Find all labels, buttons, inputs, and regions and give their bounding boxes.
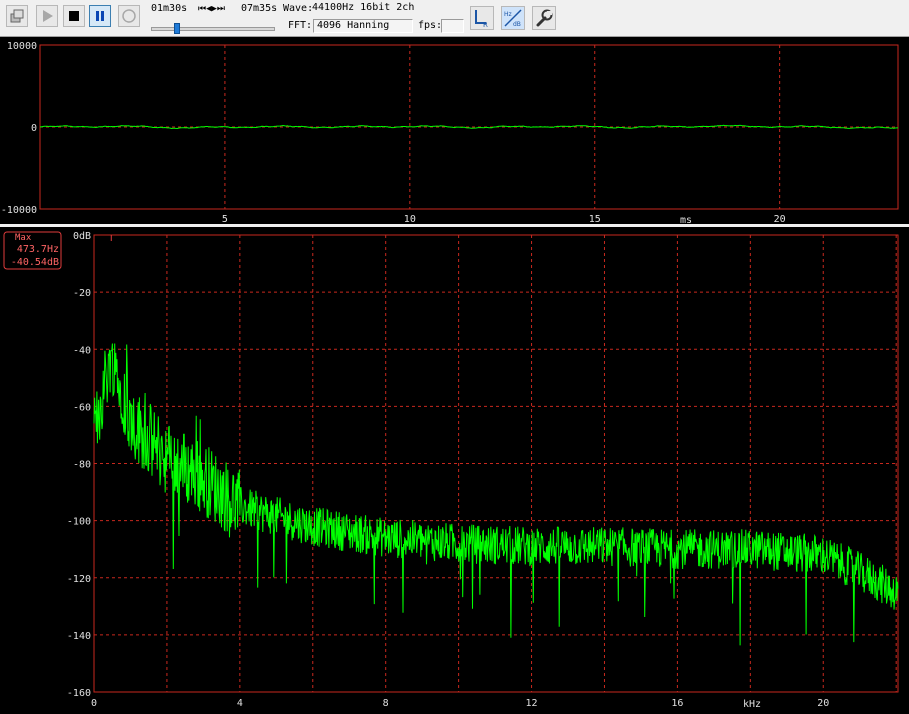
total-time: 07m35s [241,3,278,14]
spectrum-y-tick-label: -120 [67,574,91,585]
waveform-panel: 5 10 15 20 10000 0 -10000 ms [1,41,899,224]
play-button[interactable] [36,5,58,27]
channel-lr-button[interactable]: R [470,6,494,30]
wave-label: Wave: [283,3,314,14]
spectrum-trace [93,343,899,646]
spectrum-x-tick-label: 20 [817,698,829,709]
wrench-icon [536,9,553,27]
toolbar: 01m30s ⏮◀▶⏭ 07m35s Wave: 44100Hz 16bit 2… [0,0,909,37]
fps-field[interactable] [441,19,464,33]
scale-hz-db-button[interactable]: Hz dB [501,6,525,30]
fft-label: FFT: [288,20,313,31]
seek-buttons[interactable]: ⏮◀▶⏭ [198,3,225,15]
open-icon [10,9,24,23]
waveform-x-tick-label: 5 [222,214,228,224]
playback-slider-track[interactable] [151,27,275,31]
fps-label: fps: [418,20,443,31]
waveform-y-tick-label: 10000 [7,41,37,52]
svg-text:Hz: Hz [504,11,512,18]
spectrum-x-tick-label: 8 [383,698,389,709]
waveform-x-unit-label: ms [680,215,692,224]
stop-icon [69,11,79,21]
spectrum-y-tick-label: -100 [67,517,91,528]
spectrum-y-tick-label: -60 [73,402,91,413]
current-time: 01m30s [151,3,188,14]
fft-setting-field[interactable]: 4096 Hanning [313,19,413,33]
spectrum-y-tick-label: -80 [73,460,91,471]
settings-button[interactable] [532,6,556,30]
spectrum-panel: 0dB -20 -40 -60 -80 -100 -120 -140 -1600 4 8 12 16 20… [3,231,899,710]
spectrum-x-unit-label: kHz [743,699,761,710]
open-button[interactable] [6,5,28,27]
scale-hz-db-icon: Hz dB [504,9,522,28]
max-readout-label: Max [15,233,32,243]
channel-lr-icon: R [475,10,488,28]
svg-text:R: R [483,21,488,28]
record-button[interactable] [118,5,140,27]
svg-text:dB: dB [513,21,521,28]
waveform-y-tick-label: 0 [31,123,37,134]
spectrum-x-tick-label: 12 [526,698,538,709]
wave-format-value: 44100Hz 16bit 2ch [312,2,415,13]
spectrum-y-tick-label: -20 [73,288,91,299]
stop-button[interactable] [63,5,85,27]
spectrum-y-tick-label: -140 [67,631,91,642]
waveform-x-tick-label: 20 [774,214,786,224]
pause-button[interactable] [89,5,111,27]
spectrum-x-tick-label: 16 [671,698,683,709]
waveform-x-tick-label: 10 [404,214,416,224]
spectrum-x-tick-label: 4 [237,698,243,709]
spectrum-x-tick-label: 0 [91,698,97,709]
max-readout-box: Max473.7Hz -40.54dB [3,231,62,270]
spectrum-y-tick-label: -40 [73,345,91,356]
pause-icon [96,11,104,21]
spectrum-y-tick-label: 0dB [73,231,91,242]
record-icon [122,9,136,23]
max-level-value: -40.54dB [11,257,59,268]
waveform-x-tick-label: 15 [589,214,601,224]
spectrum-y-tick-label: -160 [67,688,91,699]
play-icon [43,10,53,22]
waveform-y-tick-label: -10000 [1,205,37,216]
max-frequency-value: 473.7Hz [17,244,59,255]
playback-slider-thumb[interactable] [174,23,180,34]
